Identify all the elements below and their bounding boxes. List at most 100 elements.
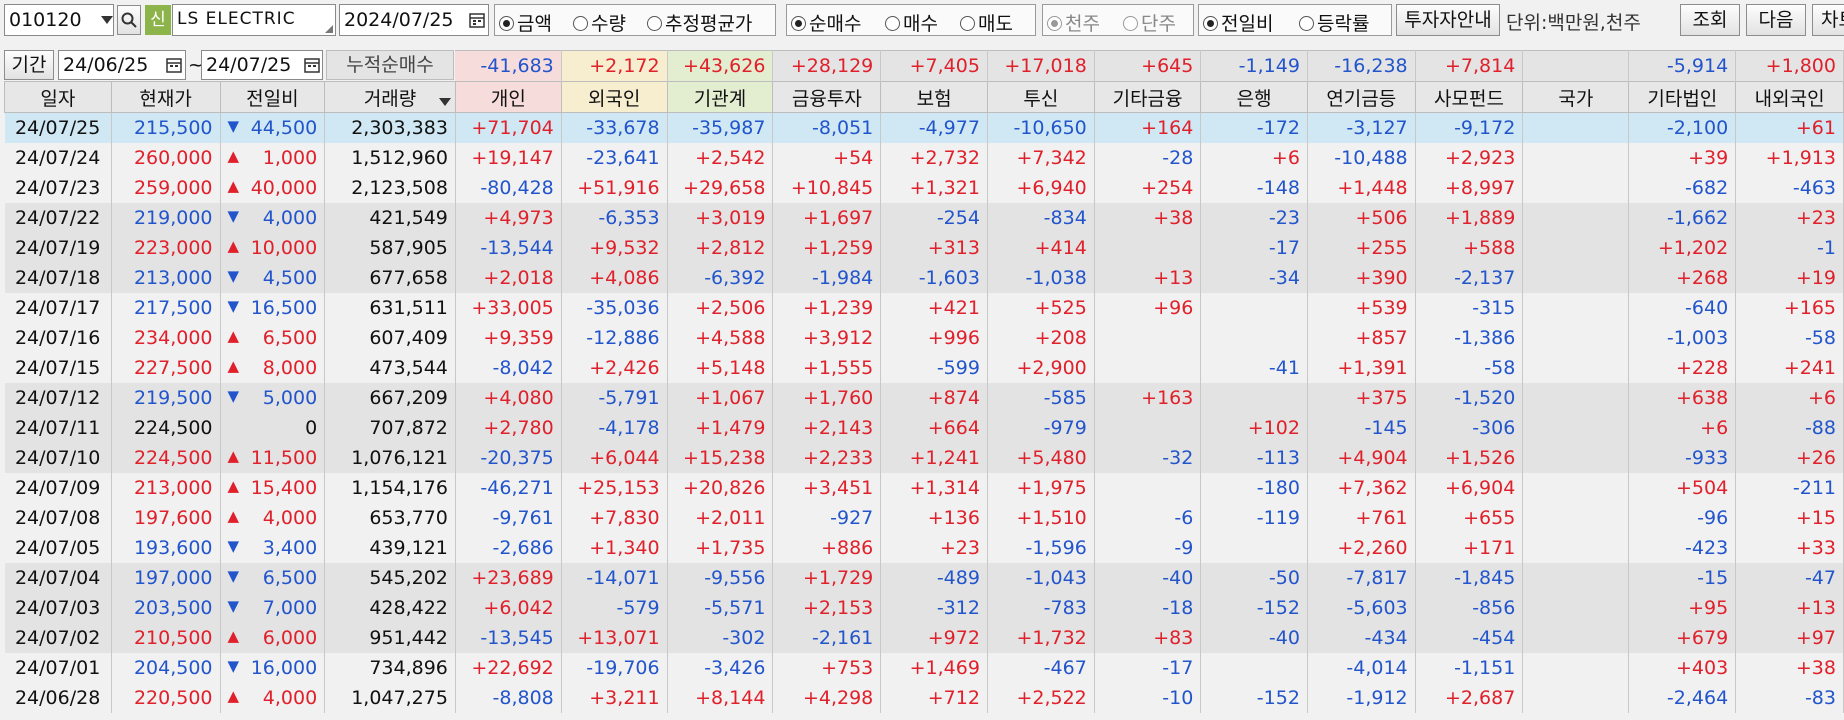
table-row[interactable]: 24/07/15 227,500 ▲ 8,000 473,544 -8,042 +2,426… — [4, 353, 1844, 383]
column-header[interactable]: 외국인 — [560, 81, 668, 113]
table-row[interactable]: 24/07/08 197,600 ▲ 4,000 653,770 -9,761 +7,830… — [4, 503, 1844, 533]
up-arrow-icon: ▲ — [227, 177, 240, 195]
column-header[interactable]: 투신 — [986, 81, 1095, 113]
investor-value-cell: +1,448 — [1307, 173, 1416, 203]
column-header[interactable]: 일자 — [4, 81, 112, 113]
change-value: 4,000 — [262, 507, 318, 529]
date-cell: 24/07/09 — [4, 473, 112, 503]
table-row[interactable]: 24/06/28 220,500 ▲ 4,000 1,047,275 -8,808 +3,2… — [4, 683, 1844, 713]
column-header[interactable]: 보험 — [880, 81, 988, 113]
investor-value-cell: -50 — [1200, 563, 1308, 593]
radio-single-shares[interactable]: 단주 — [1123, 9, 1176, 36]
column-header[interactable]: 국가 — [1522, 81, 1630, 113]
column-header-label: 내외국인 — [1754, 87, 1825, 110]
investor-value-cell: +403 — [1628, 653, 1737, 683]
table-row[interactable]: 24/07/05 193,600 ▼ 3,400 439,121 -2,686 +1,340… — [4, 533, 1844, 563]
radio-net-buy[interactable]: 순매수 — [791, 9, 861, 36]
table-row[interactable]: 24/07/12 219,500 ▼ 5,000 667,209 +4,080 -5,791… — [4, 383, 1844, 413]
column-header[interactable]: 사모펀드 — [1414, 81, 1524, 113]
investor-value-cell: -19,706 — [561, 653, 668, 683]
table-row[interactable]: 24/07/16 234,000 ▲ 6,500 607,409 +9,359 -12,88… — [4, 323, 1844, 353]
column-header[interactable]: 금융투자 — [772, 81, 882, 113]
investor-value-cell: +5,148 — [667, 353, 774, 383]
investor-value-cell: -15 — [1628, 563, 1737, 593]
investor-value-cell: -10,650 — [987, 112, 1095, 143]
investor-value-cell: +638 — [1628, 383, 1737, 413]
change-cell: ▲ 4,000 — [220, 683, 326, 713]
column-header-label: 사모펀드 — [1434, 87, 1504, 110]
next-button[interactable]: 다음 — [1746, 4, 1806, 36]
radio-sell[interactable]: 매도 — [960, 9, 1013, 36]
radio-avg-price[interactable]: 추정평균가 — [647, 9, 752, 36]
volume-cell: 707,872 — [324, 413, 456, 443]
volume-dropdown-icon[interactable] — [438, 89, 452, 106]
column-header[interactable]: 기타법인 — [1628, 81, 1737, 113]
table-row[interactable]: 24/07/11 224,500 0 707,872 +2,780 -4,178 +1,47… — [4, 413, 1844, 443]
table-row[interactable]: 24/07/19 223,000 ▲ 10,000 587,905 -13,544 +9,5… — [4, 233, 1844, 263]
radio-change-rate[interactable]: 등락률 — [1299, 9, 1369, 36]
date-cell: 24/06/28 — [4, 683, 112, 713]
chart-button[interactable]: 차트 — [1812, 4, 1844, 36]
column-header[interactable]: 은행 — [1200, 81, 1308, 113]
column-header[interactable]: 거래량 — [324, 81, 456, 113]
price-cell: 210,500 — [111, 623, 221, 653]
radio-prev-day-diff[interactable]: 전일비 — [1203, 9, 1273, 36]
change-value: 6,000 — [262, 627, 318, 649]
investor-value-cell — [1094, 233, 1202, 263]
calendar-icon[interactable] — [466, 5, 488, 35]
table-row[interactable]: 24/07/17 217,500 ▼ 16,500 631,511 +33,005 -35,… — [4, 293, 1844, 323]
table-row[interactable]: 24/07/23 259,000 ▲ 40,000 2,123,508 -80,428 +5… — [4, 173, 1844, 203]
investor-value-cell: -13,544 — [455, 233, 562, 263]
table-row[interactable]: 24/07/04 197,000 ▼ 6,500 545,202 +23,689 -14,0… — [4, 563, 1844, 593]
change-cell: ▼ 6,500 — [220, 563, 326, 593]
radio-amount[interactable]: 금액 — [499, 9, 552, 36]
investor-value-cell — [1094, 473, 1202, 503]
investor-value-cell: -6 — [1094, 503, 1202, 533]
change-value: 4,000 — [262, 207, 318, 229]
price-cell: 217,500 — [111, 293, 221, 323]
radio-buy[interactable]: 매수 — [885, 9, 938, 36]
column-header[interactable]: 연기금등 — [1306, 81, 1416, 113]
investor-value-cell: +83 — [1094, 623, 1202, 653]
investor-value-cell: +15 — [1735, 503, 1844, 533]
down-arrow-icon: ▼ — [227, 297, 240, 315]
radio-thousand-shares[interactable]: 천주 — [1047, 9, 1100, 36]
radio-quantity[interactable]: 수량 — [573, 9, 626, 36]
stock-name-field[interactable]: LS ELECTRIC — [172, 4, 336, 36]
volume-cell: 951,442 — [324, 623, 456, 653]
column-header[interactable]: 개인 — [454, 81, 562, 113]
investor-value-cell: +1,314 — [880, 473, 988, 503]
query-button[interactable]: 조회 — [1680, 4, 1740, 36]
column-header[interactable]: 기관계 — [666, 81, 774, 113]
change-value: 1,000 — [262, 147, 318, 169]
investor-value-cell: +2,687 — [1415, 683, 1524, 713]
table-row[interactable]: 24/07/09 213,000 ▲ 15,400 1,154,176 -46,271 +2… — [4, 473, 1844, 503]
table-row[interactable]: 24/07/22 219,000 ▼ 4,000 421,549 +4,973 -6,353… — [4, 203, 1844, 233]
search-icon[interactable] — [117, 5, 141, 35]
investor-value-cell: -927 — [772, 503, 882, 533]
column-header[interactable]: 내외국인 — [1735, 81, 1844, 113]
investor-value-cell: +1,735 — [667, 533, 774, 563]
investor-value-cell: +414 — [987, 233, 1095, 263]
investor-value-cell: +506 — [1307, 203, 1416, 233]
investor-guide-button[interactable]: 투자자안내 — [1396, 4, 1500, 36]
column-header[interactable]: 전일비 — [219, 81, 326, 113]
table-row[interactable]: 24/07/25 215,500 ▼ 44,500 2,303,383 +71,704 -3… — [4, 112, 1844, 143]
investor-value-cell: -682 — [1628, 173, 1737, 203]
investor-value-cell — [1094, 413, 1202, 443]
table-row[interactable]: 24/07/24 260,000 ▲ 1,000 1,512,960 +19,147 -23… — [4, 143, 1844, 173]
investor-value-cell: -10,488 — [1307, 143, 1416, 173]
price-cell: 259,000 — [111, 173, 221, 203]
table-row[interactable]: 24/07/01 204,500 ▼ 16,000 734,896 +22,692 -19,… — [4, 653, 1844, 683]
investor-value-cell: +539 — [1307, 293, 1416, 323]
code-dropdown-icon[interactable] — [98, 5, 116, 35]
table-row[interactable]: 24/07/02 210,500 ▲ 6,000 951,442 -13,545 +13,0… — [4, 623, 1844, 653]
investor-value-cell: -3,426 — [667, 653, 774, 683]
date-cell: 24/07/18 — [4, 263, 112, 293]
column-header[interactable]: 현재가 — [110, 81, 221, 113]
column-header[interactable]: 기타금융 — [1093, 81, 1202, 113]
table-row[interactable]: 24/07/18 213,000 ▼ 4,500 677,658 +2,018 +4,086… — [4, 263, 1844, 293]
change-cell: ▲ 40,000 — [220, 173, 326, 203]
table-row[interactable]: 24/07/03 203,500 ▼ 7,000 428,422 +6,042 -579 -5… — [4, 593, 1844, 623]
table-row[interactable]: 24/07/10 224,500 ▲ 11,500 1,076,121 -20,375 +6… — [4, 443, 1844, 473]
